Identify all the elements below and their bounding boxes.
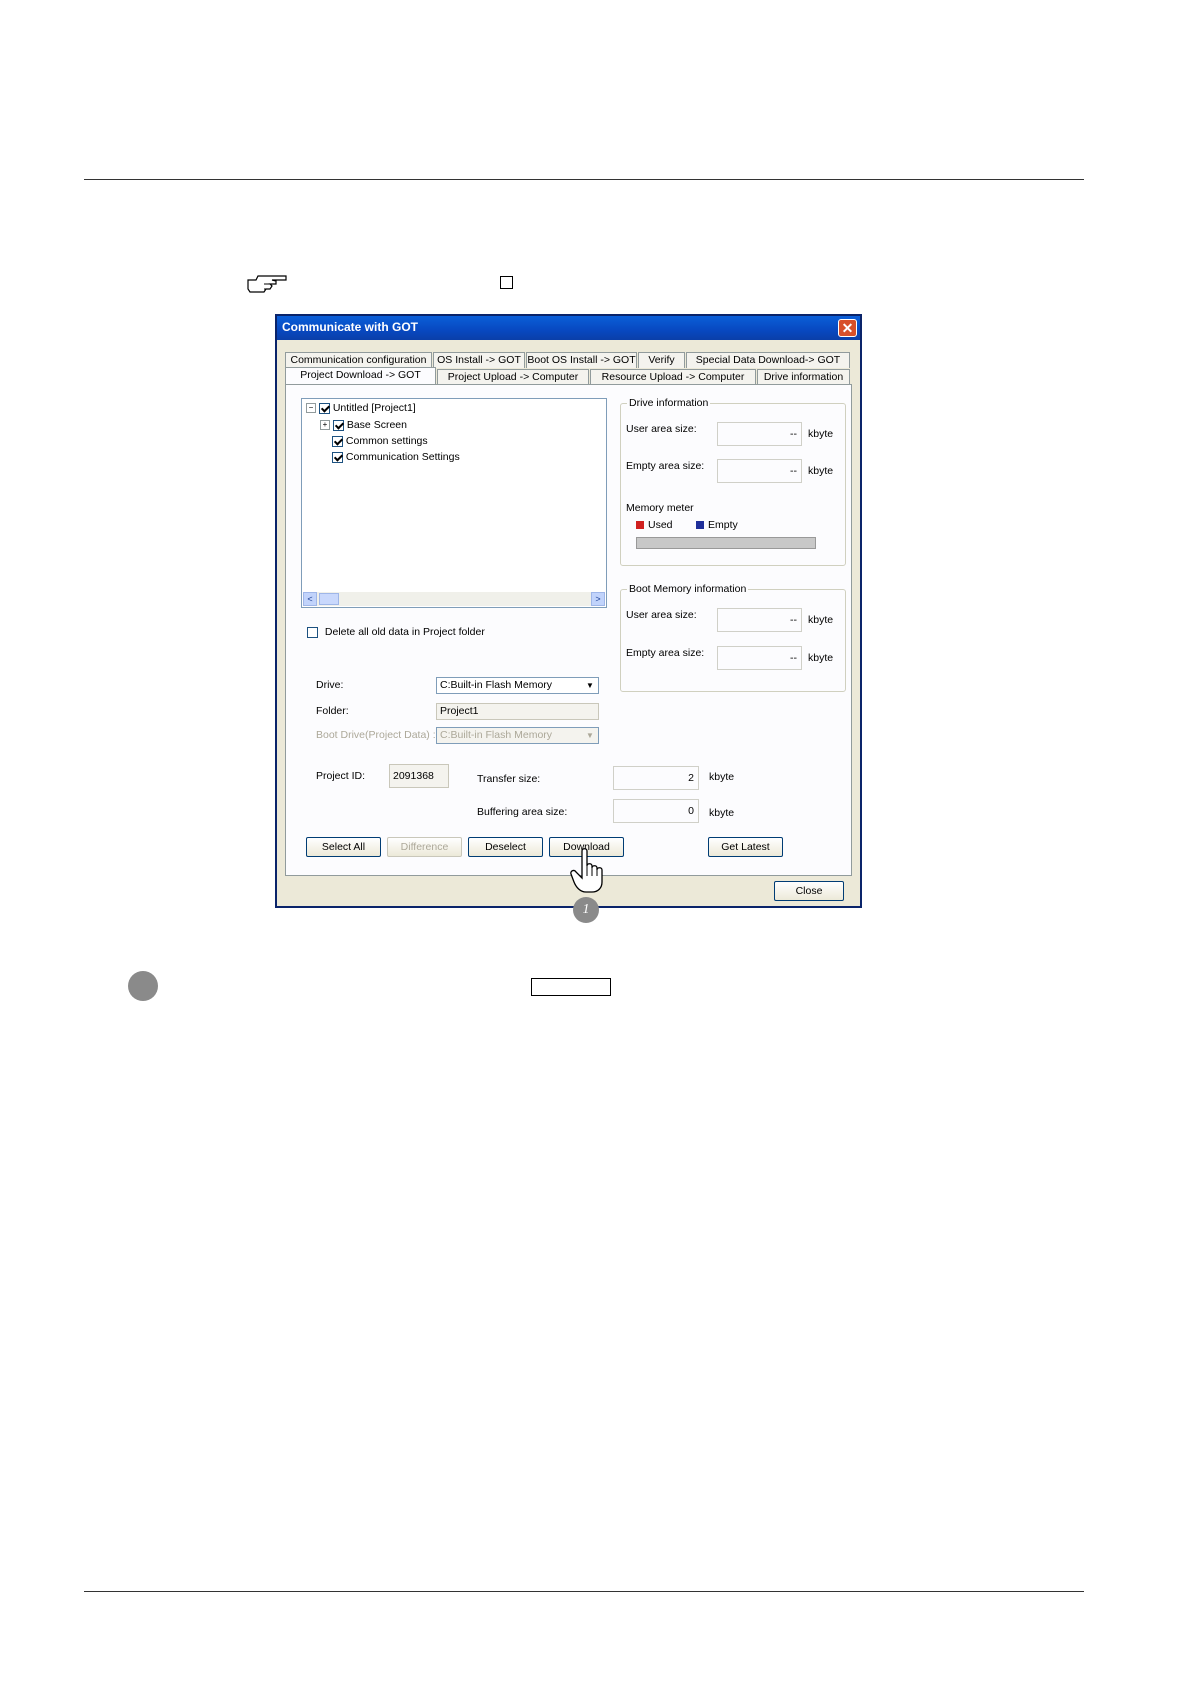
- boot-empty-area-unit: kbyte: [808, 652, 834, 664]
- project-id-field: 2091368: [389, 764, 449, 788]
- transfer-size-label: Transfer size:: [477, 773, 541, 785]
- get-latest-button[interactable]: Get Latest: [708, 837, 783, 857]
- base-screen-checkbox[interactable]: [332, 419, 344, 431]
- horizontal-scrollbar[interactable]: < >: [303, 592, 605, 606]
- scroll-right-icon[interactable]: >: [591, 592, 605, 606]
- tree-item-common-settings[interactable]: Common settings: [332, 435, 428, 447]
- deselect-button[interactable]: Deselect: [468, 837, 543, 857]
- footer-rule: [84, 1591, 1084, 1592]
- tab-os-install[interactable]: OS Install -> GOT: [433, 352, 525, 368]
- header-rule: [84, 179, 1084, 180]
- tree-root-label: Untitled [Project1]: [332, 402, 416, 414]
- transfer-size-field: 2: [613, 766, 699, 790]
- tab-project-download[interactable]: Project Download -> GOT: [285, 367, 436, 385]
- select-all-button[interactable]: Select All: [306, 837, 381, 857]
- used-swatch: [636, 521, 644, 530]
- chevron-down-icon[interactable]: ▼: [583, 679, 597, 693]
- step-bullet: [128, 971, 158, 1001]
- boot-empty-area-field: --: [717, 646, 802, 670]
- scroll-thumb[interactable]: [319, 593, 339, 605]
- empty-swatch: [696, 521, 704, 530]
- tab-verify[interactable]: Verify: [638, 352, 685, 368]
- close-button[interactable]: Close: [774, 881, 844, 901]
- folder-field[interactable]: Project1: [436, 703, 599, 720]
- collapse-icon[interactable]: −: [306, 403, 316, 414]
- scroll-left-icon[interactable]: <: [303, 592, 317, 606]
- tree-item-communication-settings[interactable]: Communication Settings: [332, 451, 460, 463]
- empty-area-field: --: [717, 459, 802, 483]
- communication-settings-checkbox[interactable]: [332, 451, 343, 463]
- expand-icon[interactable]: +: [320, 420, 330, 431]
- boot-empty-area-label: Empty area size:: [626, 647, 705, 659]
- buffering-unit: kbyte: [709, 807, 735, 819]
- tree-item-label: Common settings: [345, 435, 428, 447]
- pointer-hand-icon: [570, 848, 603, 893]
- delete-old-data-label: Delete all old data in Project folder: [324, 626, 485, 638]
- user-area-label: User area size:: [626, 423, 697, 435]
- difference-button: Difference: [387, 837, 462, 857]
- button-reference-box: [531, 978, 611, 996]
- boot-user-area-unit: kbyte: [808, 614, 834, 626]
- tree-root[interactable]: − Untitled [Project1]: [306, 402, 416, 414]
- project-tree[interactable]: − Untitled [Project1] + Base Screen Comm…: [301, 398, 607, 608]
- tab-drive-information[interactable]: Drive information: [757, 369, 850, 385]
- tab-communication-configuration[interactable]: Communication configuration: [285, 352, 432, 368]
- delete-old-data-checkbox[interactable]: [307, 626, 318, 638]
- tree-item-label: Communication Settings: [345, 451, 460, 463]
- buffering-field: 0: [613, 799, 699, 823]
- boot-drive-select: C:Built-in Flash Memory ▼: [436, 727, 599, 744]
- tree-item-label: Base Screen: [346, 419, 407, 431]
- legend-empty: Empty: [696, 519, 738, 531]
- chevron-down-icon: ▼: [586, 731, 594, 740]
- project-id-label: Project ID:: [316, 770, 366, 782]
- tree-root-checkbox[interactable]: [318, 402, 330, 414]
- drive-label: Drive:: [316, 679, 344, 691]
- callout-badge: 1: [573, 897, 599, 923]
- transfer-size-unit: kbyte: [709, 771, 735, 783]
- folder-label: Folder:: [316, 705, 349, 717]
- boot-user-area-label: User area size:: [626, 609, 697, 621]
- tab-resource-upload[interactable]: Resource Upload -> Computer: [590, 369, 756, 385]
- empty-area-label: Empty area size:: [626, 460, 705, 472]
- boot-drive-label: Boot Drive(Project Data) :: [316, 729, 436, 741]
- empty-area-unit: kbyte: [808, 465, 834, 477]
- close-window-icon[interactable]: ✕: [838, 319, 857, 337]
- memory-meter-label: Memory meter: [626, 502, 694, 514]
- tab-special-data-download[interactable]: Special Data Download-> GOT: [686, 352, 850, 368]
- user-area-unit: kbyte: [808, 428, 834, 440]
- reference-box-icon: [500, 276, 513, 289]
- title-bar[interactable]: Communicate with GOT ✕: [277, 316, 860, 340]
- legend-used: Used: [636, 519, 673, 531]
- common-settings-checkbox[interactable]: [332, 435, 343, 447]
- boot-user-area-field: --: [717, 608, 802, 632]
- drive-select[interactable]: C:Built-in Flash Memory ▼: [436, 677, 599, 694]
- drive-information-title: Drive information: [627, 397, 711, 409]
- communicate-with-got-dialog: Communicate with GOT ✕ Communication con…: [275, 314, 862, 908]
- boot-memory-group: Boot Memory information User area size: …: [620, 583, 846, 692]
- user-area-field: --: [717, 422, 802, 446]
- tab-project-upload[interactable]: Project Upload -> Computer: [437, 369, 589, 385]
- drive-information-group: Drive information User area size: -- kby…: [620, 397, 846, 566]
- buffering-label: Buffering area size:: [477, 806, 568, 818]
- tree-item-base-screen[interactable]: + Base Screen: [320, 419, 407, 431]
- tab-boot-os-install[interactable]: Boot OS Install -> GOT: [526, 352, 637, 368]
- memory-meter-bar: [636, 537, 816, 549]
- dialog-title: Communicate with GOT: [282, 320, 419, 334]
- reference-hand-icon: [247, 275, 287, 293]
- boot-memory-title: Boot Memory information: [627, 583, 749, 595]
- delete-old-data-option[interactable]: Delete all old data in Project folder: [307, 626, 485, 638]
